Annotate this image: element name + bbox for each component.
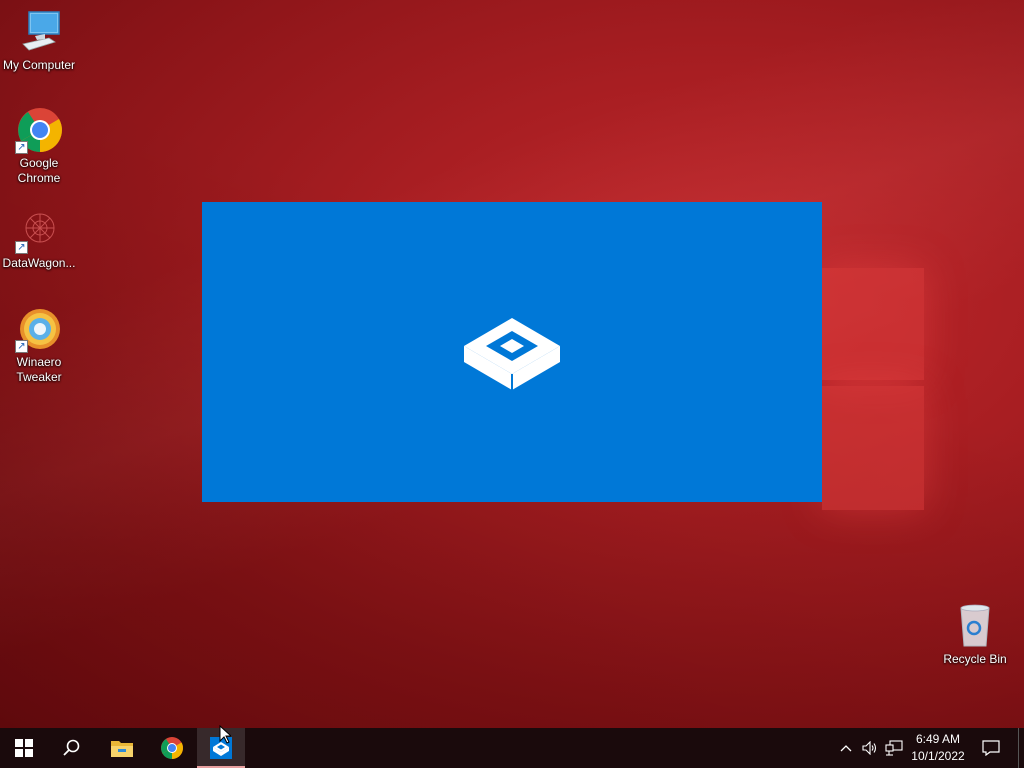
desktop-icon-label: Google Chrome <box>17 156 61 185</box>
chrome-icon: ↗ <box>15 106 63 154</box>
desktop-icon-datawagon[interactable]: ↗ DataWagon... <box>1 206 77 271</box>
shortcut-arrow-icon: ↗ <box>15 340 28 353</box>
desktop-icon-winaero-tweaker[interactable]: ↗ Winaero Tweaker <box>1 305 77 385</box>
action-center-button[interactable] <box>981 738 1001 758</box>
taskbar-chrome[interactable] <box>148 728 196 768</box>
desktop-icon-label: DataWagon... <box>2 256 76 270</box>
sandbox-splash-window[interactable] <box>202 202 822 502</box>
windows-start-icon <box>15 739 33 757</box>
clock-time: 6:49 AM <box>915 732 961 746</box>
recycle-bin-icon <box>951 602 999 650</box>
clock[interactable]: 6:49 AM 10/1/2022 <box>906 731 970 765</box>
winaero-tweaker-icon: ↗ <box>15 305 63 353</box>
search-button[interactable] <box>48 728 96 768</box>
network-icon <box>885 740 903 756</box>
show-desktop-button[interactable] <box>1018 728 1024 768</box>
desktop-icon-label: Recycle Bin <box>943 652 1007 666</box>
datawagon-icon: ↗ <box>15 206 63 254</box>
desktop-icon-my-computer[interactable]: My Computer <box>1 8 77 73</box>
start-button[interactable] <box>0 728 48 768</box>
desktop-icon-label: My Computer <box>2 58 76 72</box>
desktop-icon-label: Winaero Tweaker <box>16 355 62 384</box>
search-icon <box>63 739 80 756</box>
network-button[interactable] <box>884 738 904 758</box>
action-center-icon <box>982 740 1000 756</box>
sandbox-box-icon <box>464 318 560 390</box>
chrome-icon <box>161 737 183 759</box>
desktop: My Computer ↗ Google Chrome ↗ DataWagon.… <box>0 0 1024 728</box>
computer-icon <box>15 8 63 56</box>
mouse-cursor-icon <box>219 725 231 744</box>
file-explorer-icon <box>111 741 133 757</box>
volume-button[interactable] <box>860 738 880 758</box>
desktop-icon-google-chrome[interactable]: ↗ Google Chrome <box>1 106 77 186</box>
chevron-up-icon <box>840 745 852 752</box>
taskbar-file-explorer[interactable] <box>98 728 146 768</box>
windows-logo-wallpaper <box>822 258 926 512</box>
taskbar: 6:49 AM 10/1/2022 <box>0 728 1024 768</box>
shortcut-arrow-icon: ↗ <box>15 141 28 154</box>
desktop-icon-recycle-bin[interactable]: Recycle Bin <box>937 602 1013 667</box>
shortcut-arrow-icon: ↗ <box>15 241 28 254</box>
clock-date: 10/1/2022 <box>911 749 965 763</box>
volume-icon <box>862 741 877 755</box>
show-hidden-icons-button[interactable] <box>836 738 856 758</box>
